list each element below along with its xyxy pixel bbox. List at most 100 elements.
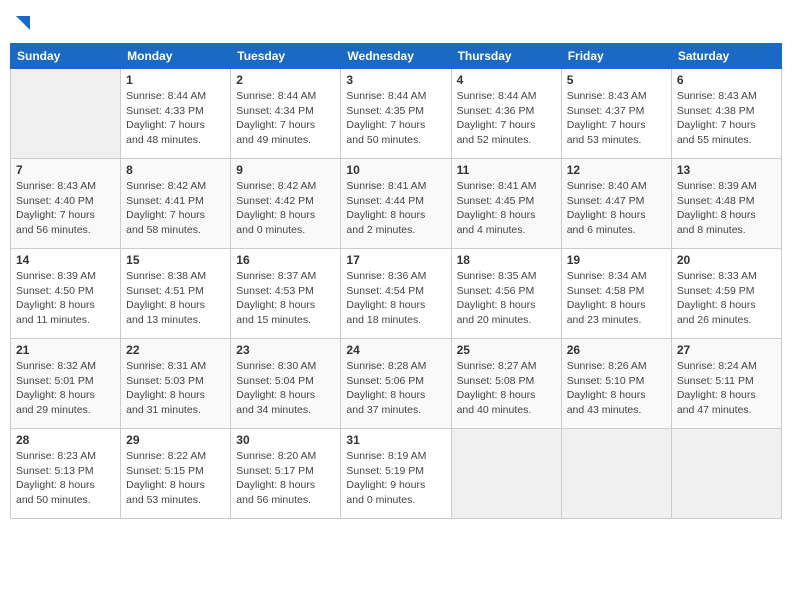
calendar-cell: 4 Sunrise: 8:44 AM Sunset: 4:36 PM Daylig… (451, 69, 561, 159)
day-number: 10 (346, 163, 445, 177)
calendar-cell: 5 Sunrise: 8:43 AM Sunset: 4:37 PM Daylig… (561, 69, 671, 159)
calendar-cell: 21 Sunrise: 8:32 AM Sunset: 5:01 PM Dayli… (11, 339, 121, 429)
calendar-week-row: 21 Sunrise: 8:32 AM Sunset: 5:01 PM Dayli… (11, 339, 782, 429)
day-number: 18 (457, 253, 556, 267)
calendar-week-row: 28 Sunrise: 8:23 AM Sunset: 5:13 PM Dayli… (11, 429, 782, 519)
day-info: Sunrise: 8:33 AM Sunset: 4:59 PM Dayligh… (677, 269, 776, 328)
calendar-cell: 25Sunrise: 8:27 AM Sunset: 5:08 PM Dayli… (451, 339, 561, 429)
calendar-cell: 7 Sunrise: 8:43 AM Sunset: 4:40 PM Daylig… (11, 159, 121, 249)
day-info: Sunrise: 8:19 AM Sunset: 5:19 PM Dayligh… (346, 449, 445, 508)
day-number: 6 (677, 73, 776, 87)
col-header-wednesday: Wednesday (341, 44, 451, 69)
col-header-saturday: Saturday (671, 44, 781, 69)
day-number: 27 (677, 343, 776, 357)
day-info: Sunrise: 8:39 AM Sunset: 4:48 PM Dayligh… (677, 179, 776, 238)
day-number: 29 (126, 433, 225, 447)
day-info: Sunrise: 8:43 AM Sunset: 4:38 PM Dayligh… (677, 89, 776, 148)
day-number: 16 (236, 253, 335, 267)
calendar-cell (561, 429, 671, 519)
day-number: 30 (236, 433, 335, 447)
day-info: Sunrise: 8:42 AM Sunset: 4:42 PM Dayligh… (236, 179, 335, 238)
calendar-cell: 22 Sunrise: 8:31 AM Sunset: 5:03 PM Dayli… (121, 339, 231, 429)
calendar-cell: 29 Sunrise: 8:22 AM Sunset: 5:15 PM Dayli… (121, 429, 231, 519)
day-info: Sunrise: 8:44 AM Sunset: 4:34 PM Dayligh… (236, 89, 335, 148)
calendar-week-row: 14Sunrise: 8:39 AM Sunset: 4:50 PM Dayli… (11, 249, 782, 339)
day-number: 19 (567, 253, 666, 267)
logo-triangle-icon (12, 14, 30, 32)
col-header-tuesday: Tuesday (231, 44, 341, 69)
day-number: 4 (457, 73, 556, 87)
col-header-monday: Monday (121, 44, 231, 69)
logo (10, 10, 30, 37)
calendar-cell: 26Sunrise: 8:26 AM Sunset: 5:10 PM Dayli… (561, 339, 671, 429)
calendar-cell: 12 Sunrise: 8:40 AM Sunset: 4:47 PM Dayli… (561, 159, 671, 249)
day-number: 22 (126, 343, 225, 357)
day-number: 23 (236, 343, 335, 357)
day-info: Sunrise: 8:31 AM Sunset: 5:03 PM Dayligh… (126, 359, 225, 418)
day-info: Sunrise: 8:44 AM Sunset: 4:33 PM Dayligh… (126, 89, 225, 148)
calendar-cell: 10 Sunrise: 8:41 AM Sunset: 4:44 PM Dayli… (341, 159, 451, 249)
day-number: 1 (126, 73, 225, 87)
calendar-week-row: 1 Sunrise: 8:44 AM Sunset: 4:33 PM Daylig… (11, 69, 782, 159)
day-info: Sunrise: 8:42 AM Sunset: 4:41 PM Dayligh… (126, 179, 225, 238)
day-number: 7 (16, 163, 115, 177)
col-header-thursday: Thursday (451, 44, 561, 69)
day-info: Sunrise: 8:40 AM Sunset: 4:47 PM Dayligh… (567, 179, 666, 238)
day-number: 12 (567, 163, 666, 177)
day-number: 15 (126, 253, 225, 267)
page-header (10, 10, 782, 37)
calendar-cell: 3 Sunrise: 8:44 AM Sunset: 4:35 PM Daylig… (341, 69, 451, 159)
day-number: 5 (567, 73, 666, 87)
day-info: Sunrise: 8:43 AM Sunset: 4:37 PM Dayligh… (567, 89, 666, 148)
col-header-friday: Friday (561, 44, 671, 69)
calendar-cell: 20Sunrise: 8:33 AM Sunset: 4:59 PM Dayli… (671, 249, 781, 339)
calendar-cell: 6 Sunrise: 8:43 AM Sunset: 4:38 PM Daylig… (671, 69, 781, 159)
day-number: 9 (236, 163, 335, 177)
day-info: Sunrise: 8:28 AM Sunset: 5:06 PM Dayligh… (346, 359, 445, 418)
calendar-cell: 8 Sunrise: 8:42 AM Sunset: 4:41 PM Daylig… (121, 159, 231, 249)
day-number: 28 (16, 433, 115, 447)
calendar-cell: 18Sunrise: 8:35 AM Sunset: 4:56 PM Dayli… (451, 249, 561, 339)
day-info: Sunrise: 8:26 AM Sunset: 5:10 PM Dayligh… (567, 359, 666, 418)
calendar-cell: 2Sunrise: 8:44 AM Sunset: 4:34 PM Daylig… (231, 69, 341, 159)
day-info: Sunrise: 8:20 AM Sunset: 5:17 PM Dayligh… (236, 449, 335, 508)
day-info: Sunrise: 8:34 AM Sunset: 4:58 PM Dayligh… (567, 269, 666, 328)
calendar-cell: 15 Sunrise: 8:38 AM Sunset: 4:51 PM Dayli… (121, 249, 231, 339)
day-info: Sunrise: 8:39 AM Sunset: 4:50 PM Dayligh… (16, 269, 115, 328)
day-info: Sunrise: 8:44 AM Sunset: 4:36 PM Dayligh… (457, 89, 556, 148)
calendar-cell (11, 69, 121, 159)
day-number: 13 (677, 163, 776, 177)
day-info: Sunrise: 8:22 AM Sunset: 5:15 PM Dayligh… (126, 449, 225, 508)
calendar-cell: 27 Sunrise: 8:24 AM Sunset: 5:11 PM Dayli… (671, 339, 781, 429)
day-info: Sunrise: 8:41 AM Sunset: 4:44 PM Dayligh… (346, 179, 445, 238)
calendar-cell: 24 Sunrise: 8:28 AM Sunset: 5:06 PM Dayli… (341, 339, 451, 429)
day-number: 24 (346, 343, 445, 357)
day-info: Sunrise: 8:23 AM Sunset: 5:13 PM Dayligh… (16, 449, 115, 508)
day-number: 3 (346, 73, 445, 87)
calendar-cell: 23 Sunrise: 8:30 AM Sunset: 5:04 PM Dayli… (231, 339, 341, 429)
day-number: 25 (457, 343, 556, 357)
calendar-cell (451, 429, 561, 519)
calendar-cell: 30 Sunrise: 8:20 AM Sunset: 5:17 PM Dayli… (231, 429, 341, 519)
calendar-cell: 9 Sunrise: 8:42 AM Sunset: 4:42 PM Daylig… (231, 159, 341, 249)
day-info: Sunrise: 8:38 AM Sunset: 4:51 PM Dayligh… (126, 269, 225, 328)
calendar-cell: 11Sunrise: 8:41 AM Sunset: 4:45 PM Dayli… (451, 159, 561, 249)
day-number: 8 (126, 163, 225, 177)
day-number: 17 (346, 253, 445, 267)
day-info: Sunrise: 8:44 AM Sunset: 4:35 PM Dayligh… (346, 89, 445, 148)
day-info: Sunrise: 8:37 AM Sunset: 4:53 PM Dayligh… (236, 269, 335, 328)
day-info: Sunrise: 8:43 AM Sunset: 4:40 PM Dayligh… (16, 179, 115, 238)
col-header-sunday: Sunday (11, 44, 121, 69)
calendar-header-row: SundayMondayTuesdayWednesdayThursdayFrid… (11, 44, 782, 69)
calendar-cell: 13 Sunrise: 8:39 AM Sunset: 4:48 PM Dayli… (671, 159, 781, 249)
day-number: 21 (16, 343, 115, 357)
day-number: 31 (346, 433, 445, 447)
day-info: Sunrise: 8:24 AM Sunset: 5:11 PM Dayligh… (677, 359, 776, 418)
day-info: Sunrise: 8:36 AM Sunset: 4:54 PM Dayligh… (346, 269, 445, 328)
day-info: Sunrise: 8:30 AM Sunset: 5:04 PM Dayligh… (236, 359, 335, 418)
calendar-cell: 19 Sunrise: 8:34 AM Sunset: 4:58 PM Dayli… (561, 249, 671, 339)
calendar-cell: 16 Sunrise: 8:37 AM Sunset: 4:53 PM Dayli… (231, 249, 341, 339)
calendar-table: SundayMondayTuesdayWednesdayThursdayFrid… (10, 43, 782, 519)
day-info: Sunrise: 8:32 AM Sunset: 5:01 PM Dayligh… (16, 359, 115, 418)
day-number: 11 (457, 163, 556, 177)
